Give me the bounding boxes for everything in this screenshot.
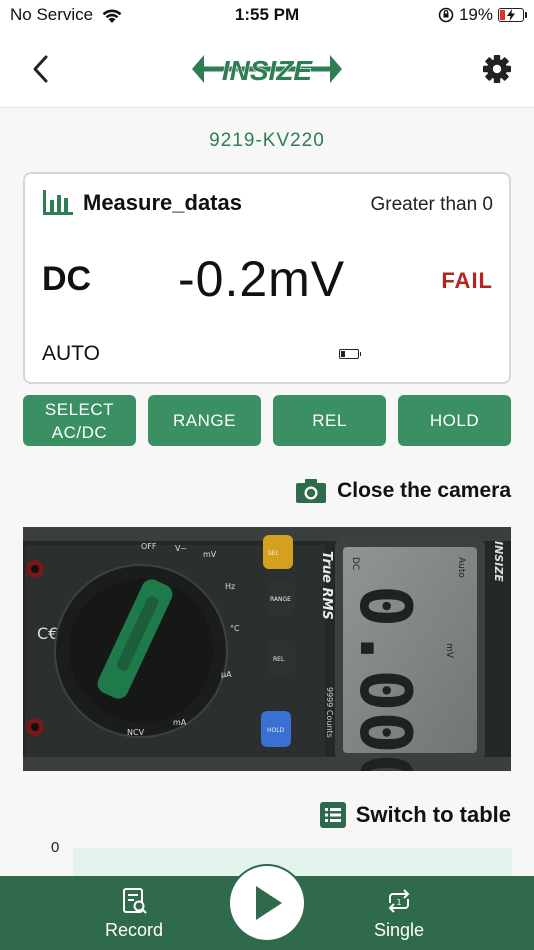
close-camera-label: Close the camera (337, 479, 511, 502)
svg-text:True RMS: True RMS (319, 551, 334, 620)
card-header: Measure_datas (43, 190, 242, 216)
switch-to-table-button[interactable]: Switch to table (319, 802, 511, 828)
battery-low-icon (339, 349, 361, 359)
battery-icon (498, 8, 527, 22)
pass-condition: Greater than 0 (370, 194, 493, 215)
svg-text:DC: DC (350, 557, 360, 570)
record-label: Record (104, 920, 164, 940)
svg-text:OFF: OFF (141, 542, 157, 551)
svg-text:SEL: SEL (268, 550, 280, 557)
chart-plot-area (73, 848, 512, 878)
status-bar: No Service 1:55 PM 19% (0, 0, 534, 32)
svg-text:REL: REL (273, 656, 285, 663)
svg-text:HOLD: HOLD (267, 727, 285, 734)
app-screen: No Service 1:55 PM 19% INSIZE 9219-KV220… (0, 0, 534, 950)
svg-text:Hz: Hz (225, 582, 235, 591)
svg-text:µA: µA (221, 670, 232, 679)
list-icon (319, 802, 346, 828)
orientation-lock-icon (438, 7, 454, 23)
range-button[interactable]: RANGE (148, 395, 261, 446)
svg-text:mA: mA (173, 718, 187, 727)
svg-text:°C: °C (230, 624, 240, 633)
svg-text:mV: mV (444, 643, 454, 659)
svg-text:0.000: 0.000 (344, 585, 426, 771)
svg-text:RANGE: RANGE (270, 596, 291, 603)
svg-text:INSIZE: INSIZE (492, 541, 505, 582)
svg-text:INSIZE: INSIZE (222, 55, 314, 86)
control-buttons: SELECT AC/DC RANGE REL HOLD (23, 395, 511, 446)
insize-logo: INSIZE (192, 54, 342, 87)
measure-card: Measure_datas Greater than 0 DC -0.2mV F… (23, 172, 511, 384)
svg-text:V~: V~ (175, 544, 187, 553)
measure-reading: -0.2mV (178, 251, 346, 307)
record-icon (123, 888, 147, 914)
status-right: 19% (438, 5, 527, 25)
svg-text:Auto: Auto (456, 557, 466, 578)
single-label: Single (373, 920, 425, 940)
gear-icon[interactable] (480, 52, 514, 86)
select-acdc-button[interactable]: SELECT AC/DC (23, 395, 136, 446)
single-tab[interactable]: 1 Single (349, 886, 449, 941)
camera-preview: C€ OFF V~ mV Hz °C µA mA NCV SEL RANGE R… (23, 527, 511, 771)
switch-to-table-label: Switch to table (355, 802, 511, 827)
card-title: Measure_datas (83, 190, 242, 215)
result-badge: FAIL (441, 268, 493, 293)
svg-text:mV: mV (203, 550, 217, 559)
range-mode: AUTO (42, 342, 100, 365)
svg-text:NCV: NCV (127, 728, 145, 737)
svg-text:9999 Counts: 9999 Counts (325, 687, 334, 738)
repeat-once-icon: 1 (388, 889, 410, 913)
play-icon (256, 886, 282, 920)
play-button[interactable] (230, 866, 304, 940)
measure-mode: DC (42, 260, 92, 298)
svg-text:1: 1 (396, 898, 401, 907)
record-tab[interactable]: Record (84, 886, 184, 941)
device-id: 9219-KV220 (209, 130, 325, 151)
chart-y-tick: 0 (51, 839, 60, 856)
nav-bar: INSIZE (0, 32, 534, 108)
battery-percent: 19% (458, 5, 493, 24)
close-camera-button[interactable]: Close the camera (295, 478, 511, 504)
rel-button[interactable]: REL (273, 395, 386, 446)
camera-icon (296, 479, 327, 503)
bar-chart-icon (43, 190, 73, 215)
hold-button[interactable]: HOLD (398, 395, 511, 446)
back-icon[interactable] (26, 52, 56, 86)
